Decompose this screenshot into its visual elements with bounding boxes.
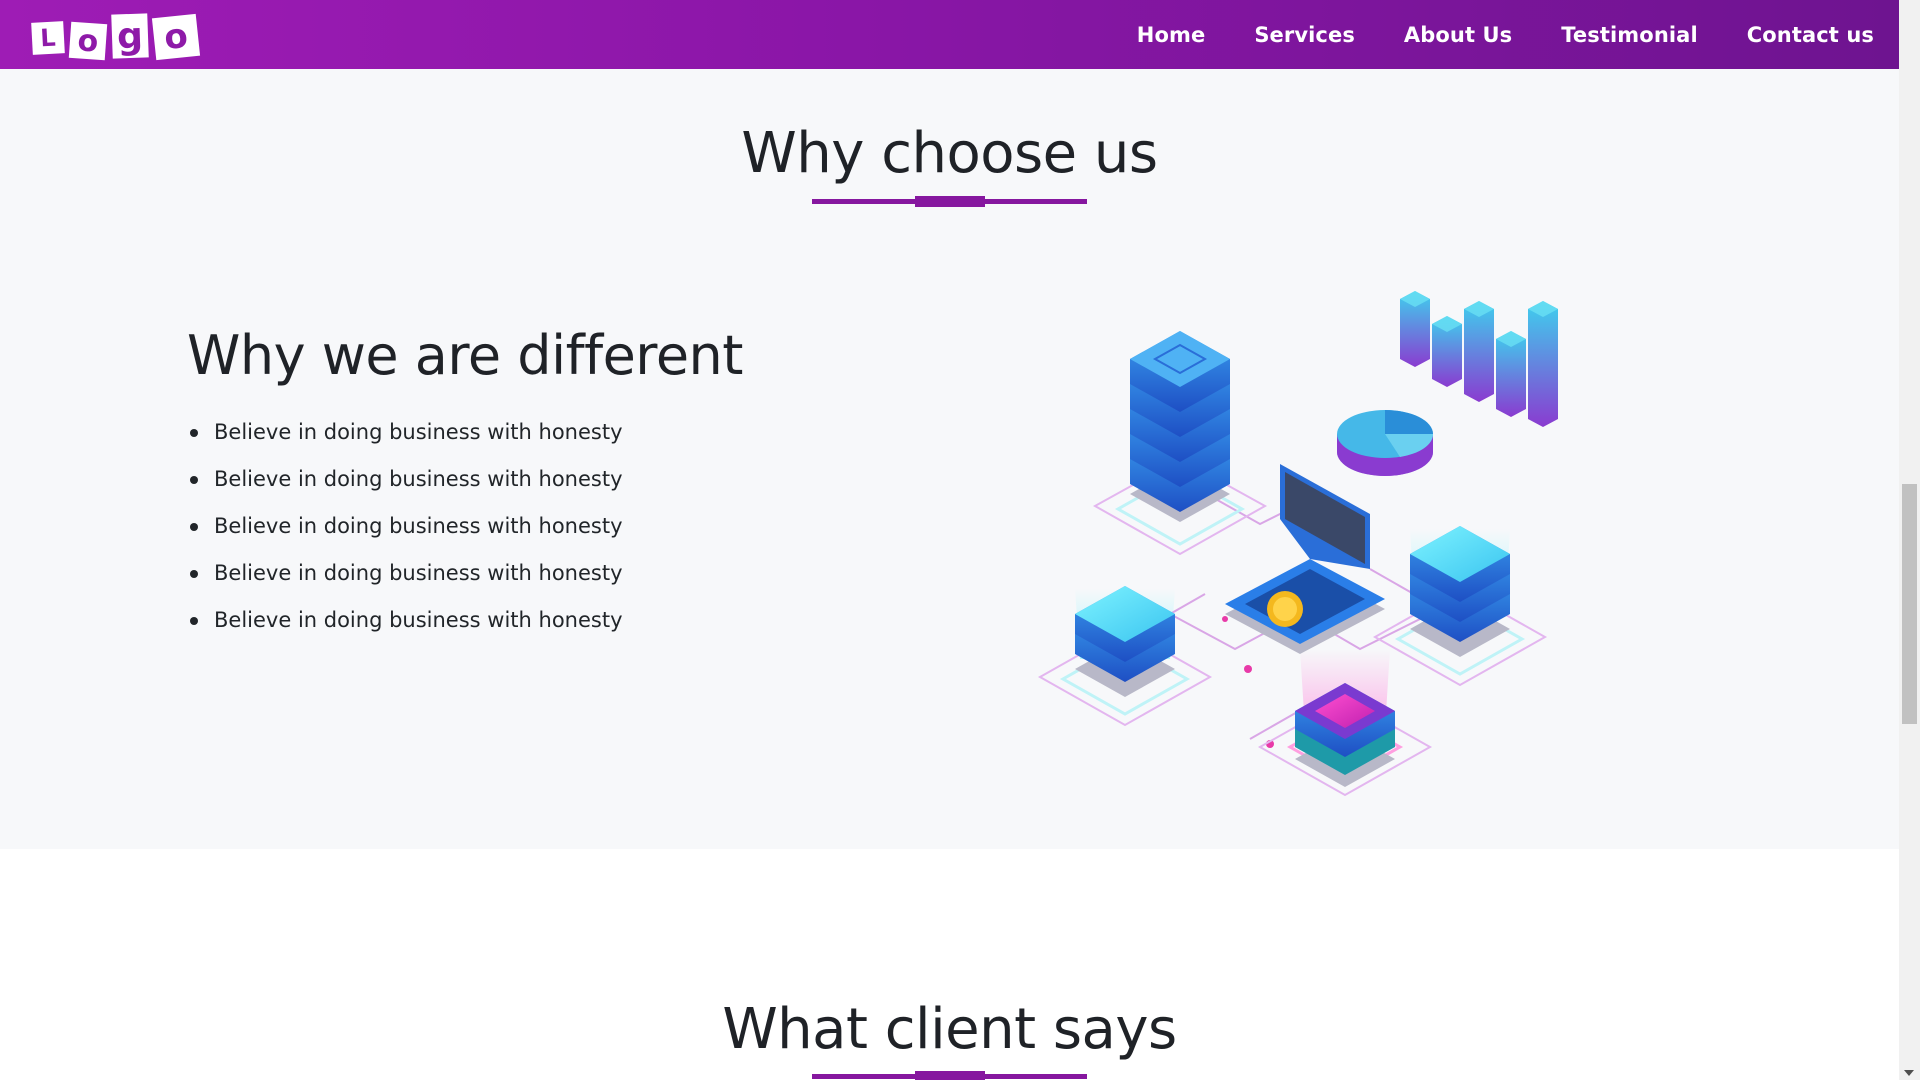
nav-link-contact-us[interactable]: Contact us	[1747, 23, 1874, 47]
why-different-heading: Why we are different	[187, 324, 743, 387]
list-item: Believe in doing business with honesty	[190, 597, 623, 644]
section-title: Why choose us	[741, 121, 1158, 186]
nav-link-services[interactable]: Services	[1254, 23, 1355, 47]
list-item-text: Believe in doing business with honesty	[214, 608, 623, 632]
nav-link-home[interactable]: Home	[1137, 23, 1206, 47]
nav-link-about-us[interactable]: About Us	[1404, 23, 1512, 47]
bullet-icon	[190, 476, 198, 484]
logo-letter: L	[31, 20, 65, 55]
title-underline	[812, 196, 1087, 207]
title-underline-accent	[915, 1071, 985, 1080]
scrollbar-thumb[interactable]	[1902, 484, 1917, 724]
list-item-text: Believe in doing business with honesty	[214, 561, 623, 585]
logo-letter: o	[151, 13, 201, 60]
nav-links: Home Services About Us Testimonial Conta…	[1137, 23, 1874, 47]
benefits-list: Believe in doing business with honesty B…	[190, 409, 623, 644]
list-item: Believe in doing business with honesty	[190, 456, 623, 503]
nav-link-testimonial[interactable]: Testimonial	[1561, 23, 1697, 47]
why-choose-us-section: Why choose us Why we are different Belie…	[0, 69, 1899, 849]
title-underline-accent	[915, 196, 985, 207]
bullet-icon	[190, 429, 198, 437]
list-item-text: Believe in doing business with honesty	[214, 420, 623, 444]
client-testimonial-section: What client says	[0, 849, 1899, 1080]
bullet-icon	[190, 570, 198, 578]
bullet-icon	[190, 617, 198, 625]
page-scrollbar[interactable]	[1899, 0, 1920, 1080]
list-item: Believe in doing business with honesty	[190, 503, 623, 550]
section-title: What client says	[722, 997, 1177, 1062]
list-item: Believe in doing business with honesty	[190, 409, 623, 456]
list-item-text: Believe in doing business with honesty	[214, 467, 623, 491]
logo-letter: o	[68, 21, 108, 60]
bullet-icon	[190, 523, 198, 531]
list-item-text: Believe in doing business with honesty	[214, 514, 623, 538]
logo[interactable]: L o g o	[31, 11, 201, 60]
scroll-down-arrow-icon[interactable]	[1904, 1070, 1914, 1076]
list-item: Believe in doing business with honesty	[190, 550, 623, 597]
title-underline	[812, 1071, 1087, 1080]
top-navbar: L o g o Home Services About Us Testimoni…	[0, 0, 1899, 69]
logo-letter: g	[111, 12, 149, 59]
data-center-illustration	[1037, 291, 1558, 797]
